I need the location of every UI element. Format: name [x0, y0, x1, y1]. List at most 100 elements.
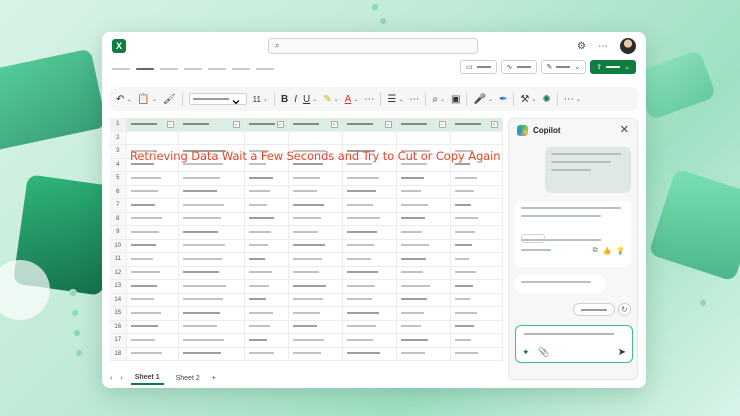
header-cell[interactable]: ⌄ — [126, 118, 179, 132]
align-button[interactable]: ☰ ⌄ — [387, 94, 403, 105]
cell[interactable] — [396, 185, 451, 199]
close-icon[interactable]: ✕ — [620, 123, 629, 136]
cell[interactable] — [126, 266, 179, 280]
sheet-tab-2[interactable]: Sheet 2 — [172, 373, 204, 384]
filter-dropdown-icon[interactable]: ⌄ — [166, 120, 174, 128]
row-number[interactable]: 4 — [110, 158, 127, 172]
row-number[interactable]: 2 — [110, 131, 127, 145]
cell[interactable] — [396, 320, 451, 334]
more-options-icon[interactable]: ⋯ — [598, 41, 608, 52]
cell[interactable] — [126, 131, 179, 145]
cell[interactable] — [126, 198, 179, 213]
cell[interactable] — [450, 131, 503, 145]
tab-data[interactable] — [256, 68, 274, 70]
cell[interactable] — [178, 293, 245, 307]
cell[interactable] — [450, 185, 503, 199]
filter-dropdown-icon[interactable]: ⌄ — [384, 120, 392, 128]
catch-up-button[interactable]: ∿ — [500, 60, 537, 74]
row-number[interactable]: 15 — [110, 306, 127, 321]
cell[interactable] — [126, 171, 179, 186]
header-cell[interactable]: ⌄ — [178, 118, 245, 132]
cell[interactable] — [178, 212, 245, 226]
cell[interactable] — [126, 252, 179, 267]
filter-dropdown-icon[interactable]: ⌄ — [438, 120, 446, 128]
tab-draw[interactable] — [184, 68, 202, 70]
cell[interactable] — [396, 131, 451, 145]
cell[interactable] — [244, 198, 289, 213]
cell[interactable] — [450, 252, 503, 267]
more-ribbon-options-icon[interactable]: ⋯ ⌄ — [564, 94, 581, 105]
cell[interactable] — [126, 293, 179, 307]
cell[interactable] — [126, 347, 179, 361]
cell[interactable] — [126, 225, 179, 240]
dictate-button[interactable]: 🎤 ⌄ — [473, 94, 492, 105]
row-number[interactable]: 14 — [110, 293, 127, 307]
cell[interactable] — [396, 198, 451, 213]
cell[interactable] — [178, 252, 245, 267]
cell[interactable] — [126, 239, 179, 253]
cell[interactable] — [342, 131, 397, 145]
avatar[interactable] — [620, 38, 636, 54]
attach-icon[interactable]: 📎 — [538, 347, 549, 358]
cell[interactable] — [342, 279, 397, 294]
sparkle-icon[interactable]: ✦ — [522, 347, 530, 358]
cell[interactable] — [450, 171, 503, 186]
cell[interactable] — [396, 239, 451, 253]
cell[interactable] — [450, 225, 503, 240]
italic-button[interactable]: I — [294, 94, 297, 105]
more-align-options-icon[interactable]: ⋯ — [409, 94, 419, 105]
tab-formulas[interactable] — [232, 68, 250, 70]
row-number[interactable]: 6 — [110, 185, 127, 199]
cell[interactable] — [178, 306, 245, 321]
cell[interactable] — [342, 252, 397, 267]
add-sheet-button[interactable]: + — [212, 375, 216, 382]
paste-button[interactable]: 📋 ⌄ — [137, 94, 156, 105]
cell[interactable] — [396, 171, 451, 186]
cell[interactable] — [244, 225, 289, 240]
cell[interactable] — [450, 293, 503, 307]
cell[interactable] — [244, 320, 289, 334]
cell[interactable] — [288, 293, 343, 307]
filter-dropdown-icon[interactable]: ⌄ — [276, 120, 284, 128]
cell[interactable] — [396, 306, 451, 321]
prev-sheet-button[interactable]: ‹ — [110, 375, 112, 382]
cell[interactable] — [342, 225, 397, 240]
row-number[interactable]: 18 — [110, 347, 127, 361]
cell[interactable] — [244, 131, 289, 145]
next-sheet-button[interactable]: › — [120, 375, 122, 382]
cell[interactable] — [450, 306, 503, 321]
cell[interactable] — [178, 198, 245, 213]
tools-button[interactable]: ⚒ ⌄ — [520, 94, 536, 105]
tab-layout[interactable] — [208, 68, 226, 70]
cell[interactable] — [178, 185, 245, 199]
cell[interactable] — [450, 333, 503, 348]
cell[interactable] — [396, 293, 451, 307]
cell[interactable] — [288, 131, 343, 145]
cell[interactable] — [288, 333, 343, 348]
font-family-select[interactable]: ⌄ — [188, 91, 247, 108]
cell[interactable] — [288, 171, 343, 186]
send-icon[interactable]: ➤ — [618, 347, 626, 358]
header-cell[interactable]: ⌄ — [244, 118, 289, 132]
cell[interactable] — [244, 185, 289, 199]
cell[interactable] — [126, 279, 179, 294]
filter-dropdown-icon[interactable]: ⌄ — [330, 120, 338, 128]
cell[interactable] — [396, 212, 451, 226]
row-number[interactable]: 11 — [110, 252, 127, 267]
cell[interactable] — [342, 306, 397, 321]
cell[interactable] — [126, 320, 179, 334]
row-number[interactable]: 9 — [110, 225, 127, 240]
cell[interactable] — [288, 347, 343, 361]
cell[interactable] — [342, 171, 397, 186]
cell[interactable] — [288, 198, 343, 213]
cell[interactable] — [450, 212, 503, 226]
cell[interactable] — [396, 252, 451, 267]
cell[interactable] — [244, 212, 289, 226]
cell[interactable] — [244, 252, 289, 267]
cell[interactable] — [450, 347, 503, 361]
font-color-button[interactable]: A ⌄ — [345, 94, 359, 105]
cell[interactable] — [396, 266, 451, 280]
header-cell[interactable]: ⌄ — [396, 118, 451, 132]
lightbulb-icon[interactable]: 💡 — [616, 247, 625, 255]
row-number[interactable]: 3 — [110, 144, 127, 159]
